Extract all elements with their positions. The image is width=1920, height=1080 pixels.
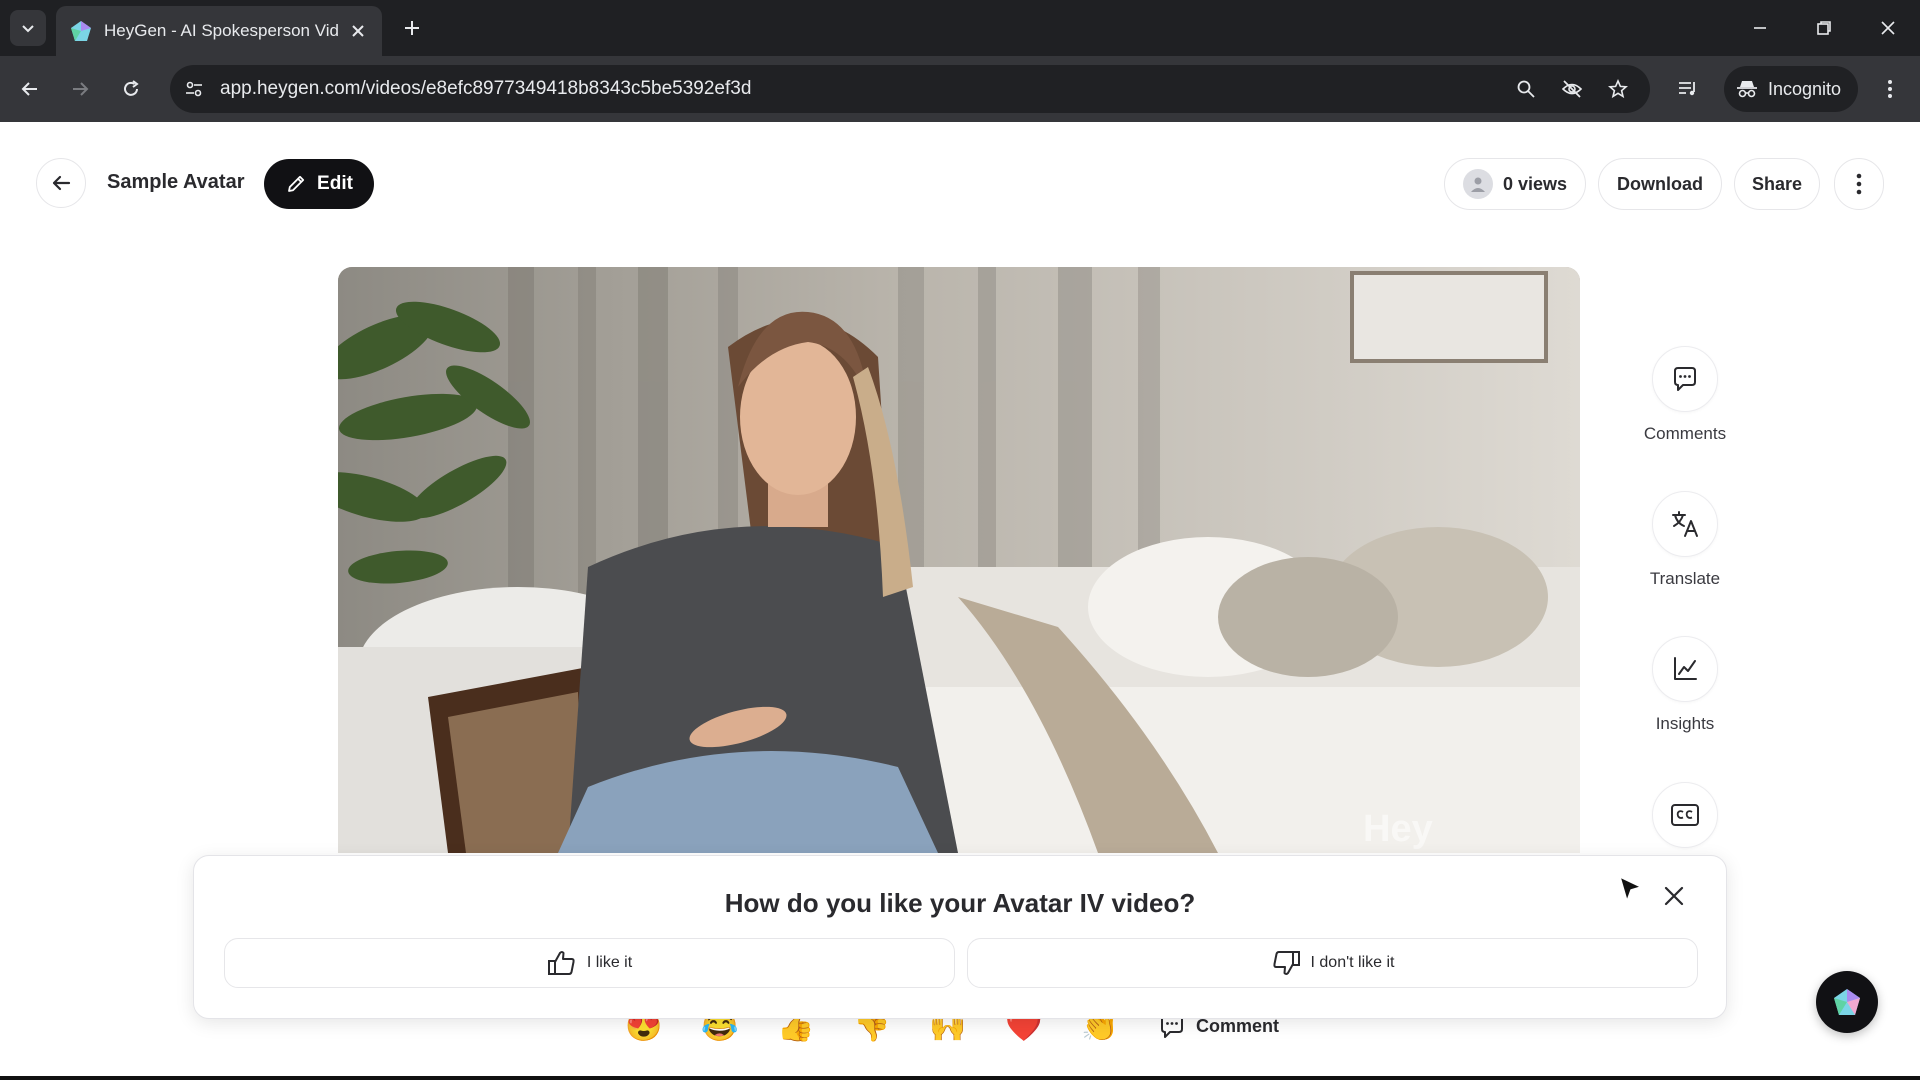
more-options-button[interactable] [1834, 158, 1884, 210]
tracking-protection-button[interactable] [1558, 75, 1586, 103]
media-control-button[interactable] [1670, 71, 1706, 107]
arrow-right-icon [73, 82, 89, 96]
comments-label: Comments [1643, 424, 1727, 443]
pencil-icon [288, 175, 305, 192]
reload-button[interactable] [113, 71, 149, 107]
page-title: Sample Avatar [107, 171, 245, 193]
dislike-it-button[interactable]: I don't like it [967, 938, 1698, 988]
tab-title: HeyGen - AI Spokesperson Vid [104, 21, 338, 40]
browser-toolbar: app.heygen.com/videos/e8efc8977349418b83… [0, 56, 1920, 122]
site-info-button[interactable] [180, 75, 208, 103]
views-counter[interactable]: 0 views [1444, 158, 1586, 210]
like-it-label: I like it [586, 954, 633, 971]
captions-button[interactable] [1652, 782, 1718, 848]
restore-button[interactable] [1804, 8, 1844, 48]
chevron-down-icon [22, 25, 34, 33]
zoom-icon [1517, 80, 1535, 98]
translate-button[interactable] [1652, 491, 1718, 557]
close-icon [352, 25, 364, 37]
captions-action[interactable] [1643, 782, 1727, 848]
restore-icon [1817, 21, 1831, 35]
tune-icon [186, 81, 202, 97]
mouse-cursor-icon [1619, 876, 1642, 902]
reload-icon [124, 80, 139, 96]
incognito-icon [1737, 81, 1757, 98]
url-text[interactable]: app.heygen.com/videos/e8efc8977349418b83… [220, 78, 751, 100]
insights-action[interactable]: Insights [1643, 636, 1727, 734]
new-tab-button[interactable] [396, 12, 428, 44]
translate-label: Translate [1649, 569, 1721, 588]
back-button[interactable] [36, 158, 86, 208]
window-close-button[interactable] [1868, 8, 1908, 48]
browser-menu-button[interactable] [1872, 71, 1908, 107]
minimize-icon [1754, 27, 1766, 29]
window-bottom-edge [0, 1076, 1920, 1080]
feedback-popup: How do you like your Avatar IV video? I … [193, 855, 1727, 1019]
minimize-button[interactable] [1740, 8, 1780, 48]
heygen-logo-icon [1834, 989, 1860, 1015]
close-icon [1881, 21, 1895, 35]
tab-close-button[interactable] [346, 19, 370, 43]
chart-icon [1674, 657, 1697, 680]
plus-icon [405, 21, 419, 35]
tab-search-button[interactable] [10, 10, 46, 46]
more-vertical-icon [1888, 80, 1892, 98]
video-player[interactable]: Hey [338, 267, 1580, 853]
download-button[interactable]: Download [1598, 158, 1722, 210]
insights-button[interactable] [1652, 636, 1718, 702]
feedback-close-button[interactable] [1656, 878, 1692, 914]
edit-button[interactable]: Edit [264, 159, 374, 209]
star-icon [1608, 79, 1628, 99]
closed-captions-icon [1671, 804, 1699, 826]
browser-tabstrip: HeyGen - AI Spokesperson Vid [0, 0, 1920, 56]
more-vertical-icon [1856, 173, 1862, 195]
forward-nav-button[interactable] [62, 71, 98, 107]
avatar [1462, 169, 1493, 199]
heygen-favicon-icon [71, 21, 91, 41]
thumbs-down-icon [1272, 951, 1300, 975]
arrow-left-icon [52, 175, 71, 191]
playlist-icon [1679, 82, 1695, 96]
eye-off-icon [1561, 80, 1583, 98]
translate-icon [1672, 511, 1698, 537]
share-button[interactable]: Share [1734, 158, 1820, 210]
incognito-indicator[interactable]: Incognito [1724, 66, 1858, 112]
bookmark-button[interactable] [1604, 75, 1632, 103]
close-icon [1664, 886, 1684, 906]
video-frame-illustration: Hey [338, 267, 1580, 853]
back-nav-button[interactable] [12, 71, 48, 107]
like-it-button[interactable]: I like it [224, 938, 955, 988]
incognito-label: Incognito [1768, 78, 1842, 99]
edit-label: Edit [317, 173, 353, 194]
comments-action[interactable]: Comments [1643, 346, 1727, 444]
video-watermark: Hey [1363, 808, 1433, 850]
arrow-left-icon [21, 82, 37, 96]
thumbs-up-icon [547, 951, 575, 975]
dislike-it-label: I don't like it [1310, 954, 1395, 971]
translate-action[interactable]: Translate [1643, 491, 1727, 589]
browser-tab-active[interactable]: HeyGen - AI Spokesperson Vid [56, 6, 382, 56]
feedback-question: How do you like your Avatar IV video? [724, 888, 1196, 918]
insights-label: Insights [1655, 714, 1715, 733]
user-icon [1470, 177, 1485, 192]
views-label: 0 views [1502, 173, 1568, 194]
comments-button[interactable] [1652, 346, 1718, 412]
zoom-button[interactable] [1512, 75, 1540, 103]
heygen-assistant-button[interactable] [1816, 971, 1878, 1033]
address-bar[interactable]: app.heygen.com/videos/e8efc8977349418b83… [170, 65, 1650, 113]
comment-icon [1674, 367, 1696, 391]
